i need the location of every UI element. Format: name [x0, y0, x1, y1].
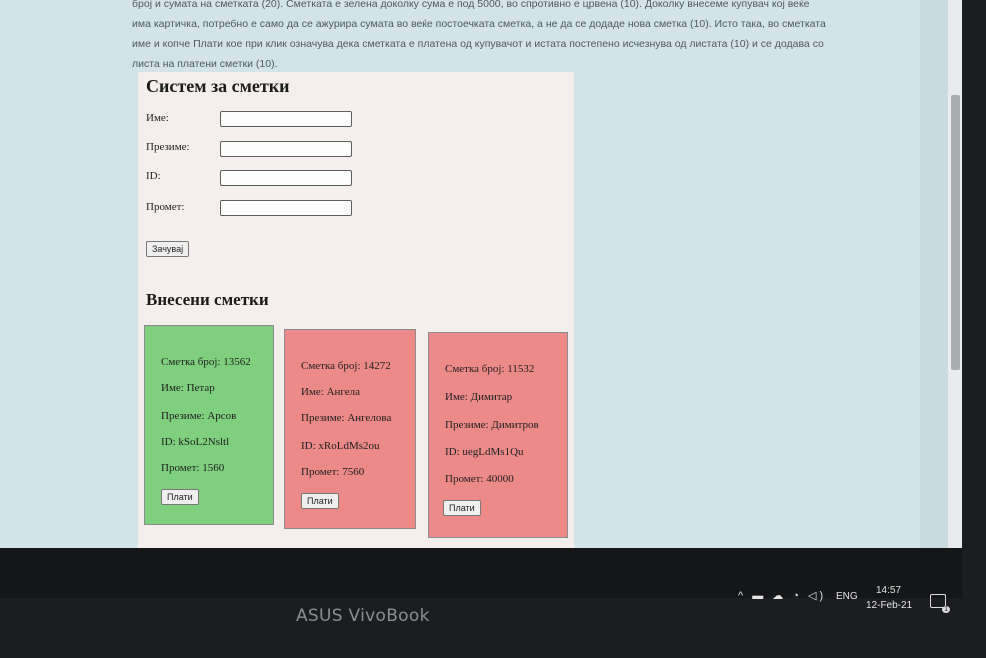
- card-surname: Презиме: Ангелова: [301, 412, 392, 424]
- card-turnover: Промет: 7560: [301, 466, 365, 478]
- clock-time[interactable]: 14:57: [876, 585, 901, 596]
- assignment-line: број и сумата на сметката (20). Сметката…: [132, 0, 810, 10]
- card-turnover: Промет: 40000: [445, 473, 514, 485]
- notification-count: 1: [942, 606, 950, 613]
- card-surname: Презиме: Арсов: [161, 410, 237, 422]
- id-input[interactable]: [220, 170, 352, 186]
- surname-label: Презиме:: [146, 141, 190, 153]
- clock-date[interactable]: 12-Feb-21: [866, 600, 912, 611]
- card-name: Име: Димитар: [445, 391, 513, 403]
- name-input[interactable]: [220, 111, 352, 127]
- assignment-line: листа на платени сметки (10).: [132, 58, 278, 70]
- system-tray-icons[interactable]: ^ ▬ ☁ ◔ ◁): [738, 589, 826, 602]
- turnover-input[interactable]: [220, 200, 352, 216]
- card-id: ID: kSoL2Nsltl: [161, 436, 230, 448]
- card-id: ID: uegLdMs1Qu: [445, 446, 524, 458]
- surname-input[interactable]: [220, 141, 352, 157]
- card-number: Сметка број: 14272: [301, 360, 391, 372]
- card-turnover: Промет: 1560: [161, 462, 225, 474]
- assignment-text: број и сумата на сметката (20). Сметката…: [132, 0, 912, 74]
- invoice-app: Систем за сметки Име: Презиме: ID: Проме…: [138, 72, 574, 548]
- card-number: Сметка број: 11532: [445, 363, 535, 375]
- card-number: Сметка број: 13562: [161, 356, 251, 368]
- pay-button[interactable]: Плати: [301, 493, 339, 509]
- web-page: број и сумата на сметката (20). Сметката…: [0, 0, 920, 548]
- invoice-card: Сметка број: 13562 Име: Петар Презиме: А…: [144, 325, 274, 525]
- assignment-line: има картичка, потребно е само да се ажур…: [132, 18, 826, 30]
- card-name: Име: Ангела: [301, 386, 361, 398]
- list-title: Внесени сметки: [146, 290, 269, 309]
- id-label: ID:: [146, 170, 161, 182]
- card-name: Име: Петар: [161, 382, 215, 394]
- name-label: Име:: [146, 112, 169, 124]
- app-title: Систем за сметки: [146, 76, 290, 96]
- laptop-brand-logo: ASUS VivoBook: [296, 606, 430, 626]
- turnover-label: Промет:: [146, 201, 185, 213]
- screen: број и сумата на сметката (20). Сметката…: [0, 0, 962, 548]
- card-id: ID: xRoLdMs2ou: [301, 440, 380, 452]
- notification-icon[interactable]: 1: [930, 594, 950, 613]
- card-surname: Презиме: Димитров: [445, 419, 539, 431]
- pay-button[interactable]: Плати: [161, 489, 199, 505]
- scrollbar-thumb[interactable]: [951, 95, 960, 370]
- pay-button[interactable]: Плати: [443, 500, 481, 516]
- invoice-card: Сметка број: 14272 Име: Ангела Презиме: …: [284, 329, 416, 529]
- invoice-card: Сметка број: 11532 Име: Димитар Презиме:…: [428, 332, 568, 538]
- save-button[interactable]: Зачувај: [146, 241, 190, 257]
- assignment-line: име и копче Плати кое при клик означува …: [132, 38, 824, 50]
- language-indicator[interactable]: ENG: [836, 591, 858, 602]
